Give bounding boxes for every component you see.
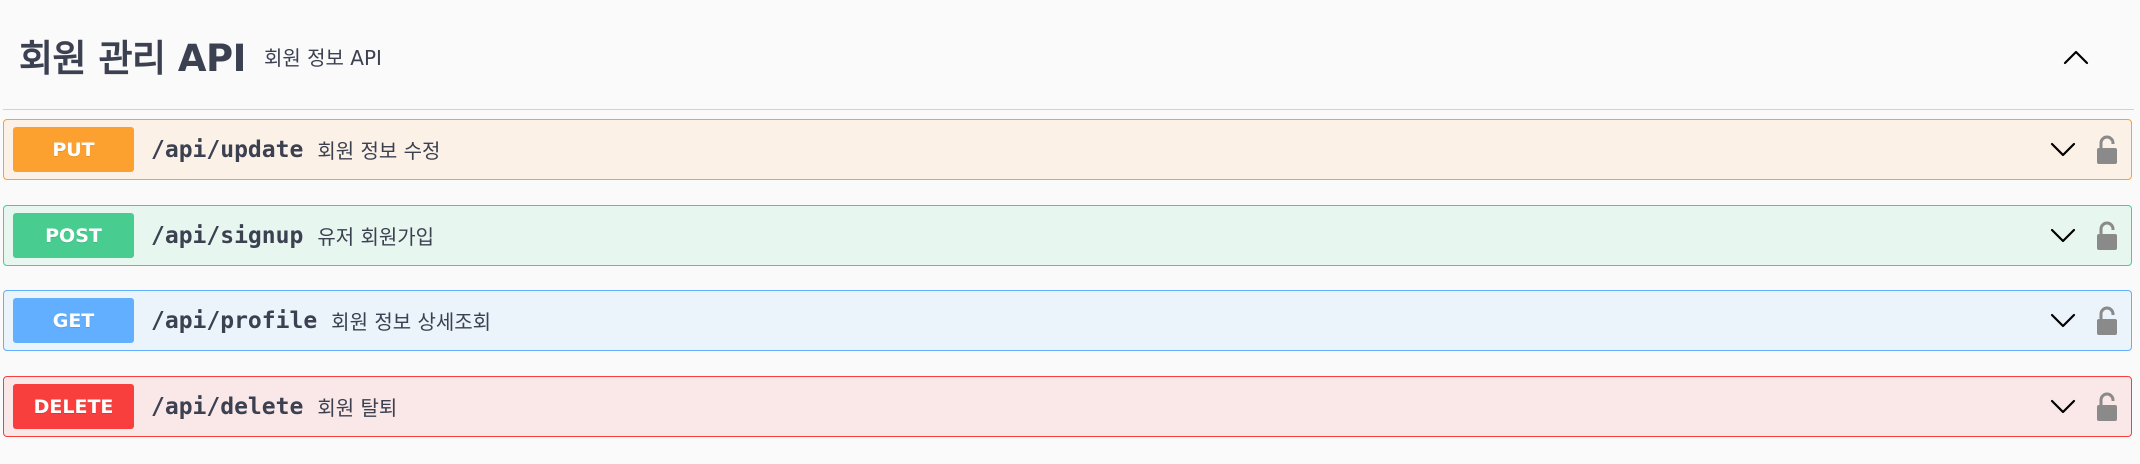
chevron-down-icon xyxy=(2050,313,2076,327)
chevron-down-icon xyxy=(2050,228,2076,242)
operation-post-signup[interactable]: POST /api/signup 유저 회원가입 xyxy=(3,205,2132,266)
operation-summary: 유저 회원가입 xyxy=(317,225,435,249)
operation-summary: 회원 탈퇴 xyxy=(317,396,398,420)
operation-path: /api/signup xyxy=(151,222,304,249)
authorize-button[interactable] xyxy=(2093,390,2121,424)
operation-get-profile[interactable]: GET /api/profile 회원 정보 상세조회 xyxy=(3,290,2132,351)
operation-summary: 회원 정보 상세조회 xyxy=(331,310,492,334)
authorize-button[interactable] xyxy=(2093,133,2121,167)
unlocked-icon xyxy=(2097,135,2117,164)
operation-path: /api/update xyxy=(151,136,304,163)
authorize-button[interactable] xyxy=(2093,219,2121,253)
unlocked-icon xyxy=(2097,306,2117,335)
expand-operation-button[interactable] xyxy=(2045,135,2081,165)
collapse-tag-button[interactable] xyxy=(2054,42,2098,72)
method-badge: DELETE xyxy=(13,384,134,429)
tag-title[interactable]: 회원 관리 API xyxy=(19,28,246,82)
operation-path: /api/delete xyxy=(151,393,304,420)
chevron-up-icon xyxy=(2063,50,2089,65)
chevron-down-icon xyxy=(2050,142,2076,156)
operation-summary: 회원 정보 수정 xyxy=(317,139,441,163)
chevron-down-icon xyxy=(2050,399,2076,413)
unlocked-icon xyxy=(2097,392,2117,421)
operation-delete-delete[interactable]: DELETE /api/delete 회원 탈퇴 xyxy=(3,376,2132,437)
operation-put-update[interactable]: PUT /api/update 회원 정보 수정 xyxy=(3,119,2132,180)
method-badge: POST xyxy=(13,213,134,258)
expand-operation-button[interactable] xyxy=(2045,392,2081,422)
expand-operation-button[interactable] xyxy=(2045,306,2081,336)
method-badge: PUT xyxy=(13,127,134,172)
method-badge: GET xyxy=(13,298,134,343)
authorize-button[interactable] xyxy=(2093,304,2121,338)
api-tag-section: 회원 관리 API 회원 정보 API PUT /api/update 회원 정… xyxy=(0,0,2140,464)
expand-operation-button[interactable] xyxy=(2045,221,2081,251)
operation-path: /api/profile xyxy=(151,307,318,334)
unlocked-icon xyxy=(2097,221,2117,250)
tag-header[interactable]: 회원 관리 API 회원 정보 API xyxy=(3,0,2134,110)
tag-description: 회원 정보 API xyxy=(263,46,382,70)
